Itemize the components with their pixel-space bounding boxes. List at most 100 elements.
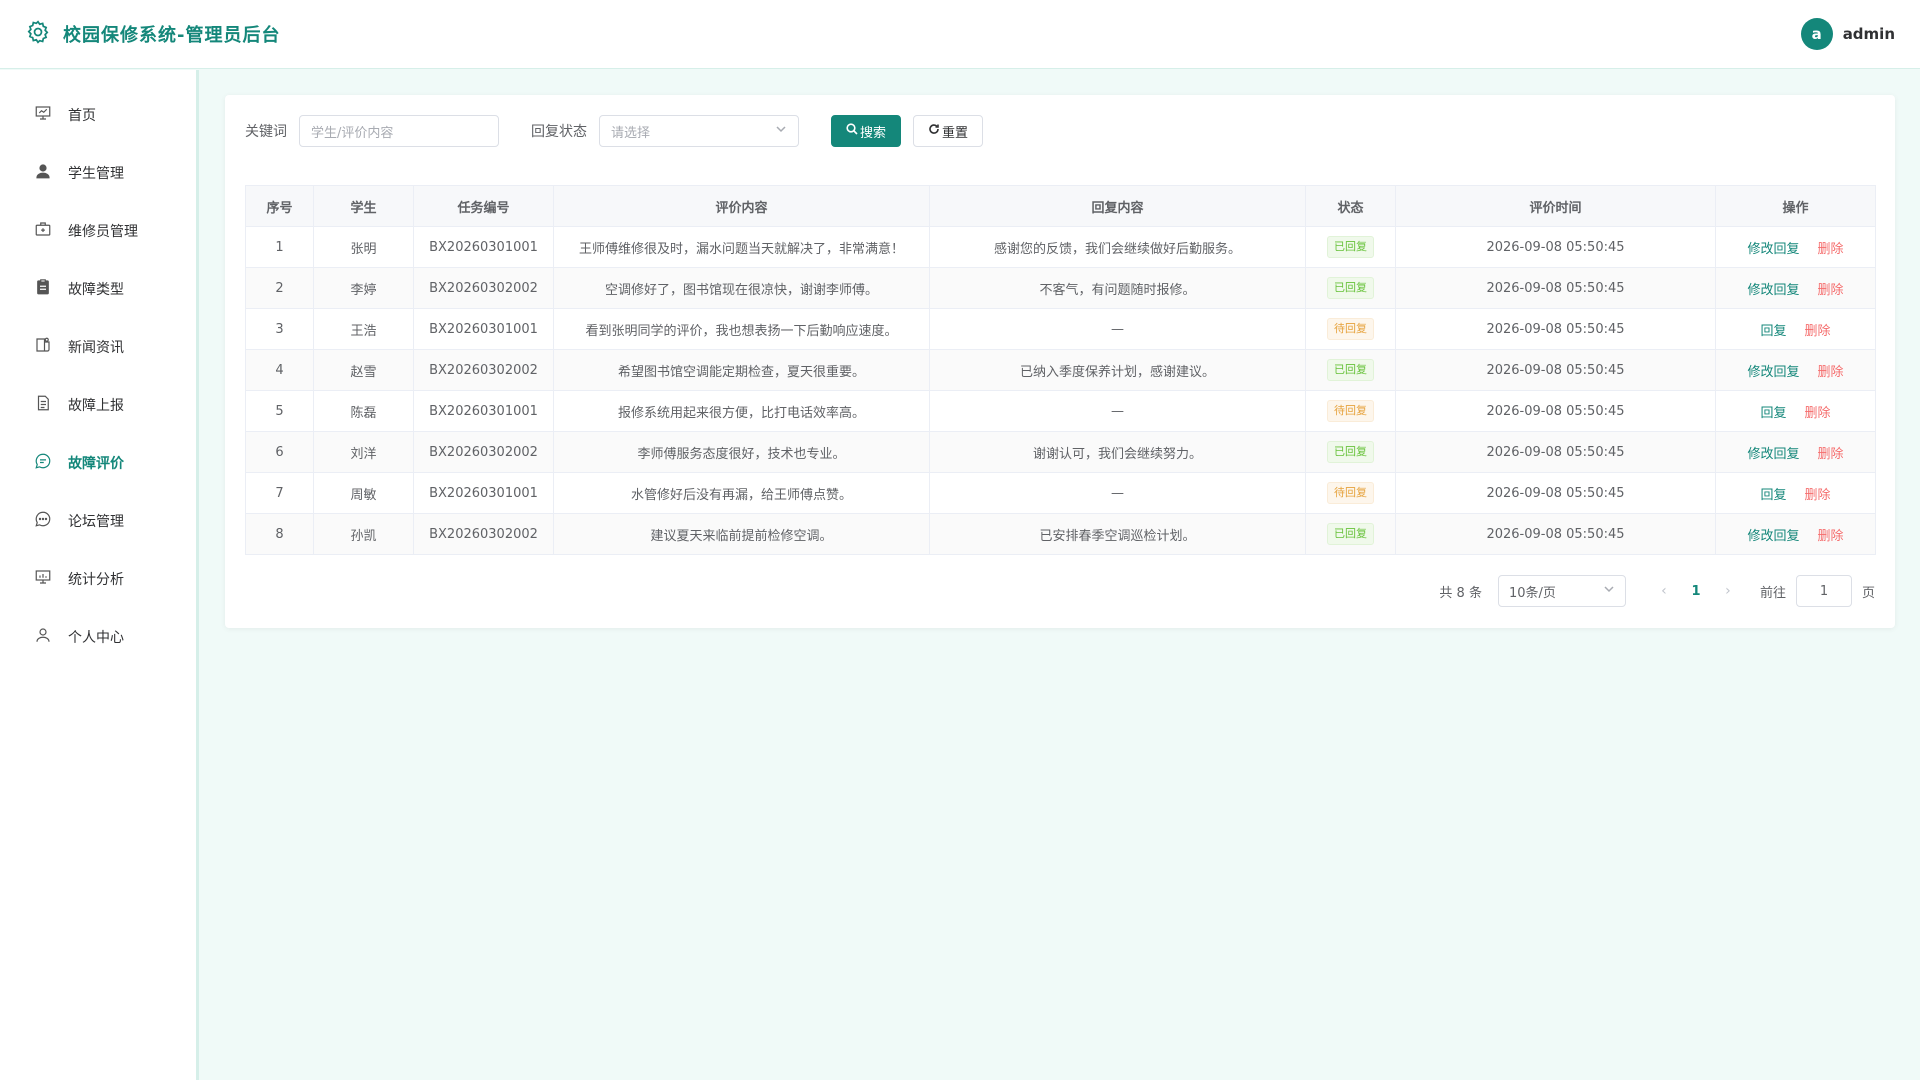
sidebar-item-fault-review[interactable]: 故障评价 (0, 434, 196, 492)
sidebar-item-fault-types[interactable]: 故障类型 (0, 260, 196, 318)
table-row: 4 赵雪 BX20260302002 希望图书馆空调能定期检查，夏天很重要。 已纳入季度… (245, 349, 1876, 391)
reply-button[interactable]: 修改回复 (1747, 365, 1799, 380)
review-time-cell: 2026-09-08 05:50:45 (1395, 513, 1716, 555)
sidebar-item-repairers[interactable]: 维修员管理 (0, 202, 196, 260)
status-cell: 待回复 (1305, 390, 1396, 432)
username[interactable]: admin (1843, 25, 1895, 43)
clipboard-icon (34, 278, 52, 300)
filter-bar: 关键词 学生/评价内容 回复状态 请选择 搜索 重置 (245, 115, 1875, 147)
goto-page-input[interactable]: 1 (1795, 575, 1852, 607)
status-cell: 已回复 (1305, 226, 1396, 268)
status-badge: 已回复 (1327, 523, 1374, 545)
sidebar-item-label: 论坛管理 (68, 514, 124, 530)
sidebar-item-students[interactable]: 学生管理 (0, 144, 196, 202)
review-time-cell: 2026-09-08 05:50:45 (1395, 431, 1716, 473)
index-cell: 8 (245, 513, 314, 555)
review-content-cell: 王师傅维修很及时，漏水问题当天就解决了，非常满意！ (553, 226, 930, 268)
delete-button[interactable]: 删除 (1818, 242, 1844, 257)
sidebar-item-fault-report[interactable]: 故障上报 (0, 376, 196, 434)
search-button[interactable]: 搜索 (831, 115, 902, 147)
sidebar-item-label: 学生管理 (68, 166, 124, 182)
next-page-button[interactable]: › (1712, 583, 1744, 599)
avatar[interactable]: a (1800, 18, 1833, 50)
task-no-cell: BX20260302002 (413, 267, 554, 309)
reply-button[interactable]: 修改回复 (1747, 242, 1799, 257)
delete-button[interactable]: 删除 (1805, 406, 1831, 421)
column-header: 学生 (313, 185, 414, 227)
task-no-cell: BX20260302002 (413, 513, 554, 555)
search-icon (846, 123, 858, 139)
sidebar-item-home[interactable]: 首页 (0, 86, 196, 144)
student-cell: 李婷 (313, 267, 414, 309)
brand: 校园保修系统-管理员后台 (25, 19, 280, 49)
sidebar-item-news[interactable]: 新闻资讯 (0, 318, 196, 376)
actions-cell: 回复 删除 (1715, 472, 1876, 514)
sidebar-item-label: 统计分析 (68, 572, 124, 588)
chat-icon (34, 452, 52, 474)
reply-button[interactable]: 回复 (1760, 406, 1786, 421)
page-number[interactable]: 1 (1680, 584, 1712, 599)
reply-content-cell: — (929, 390, 1306, 432)
delete-button[interactable]: 删除 (1805, 488, 1831, 503)
student-cell: 刘洋 (313, 431, 414, 473)
column-header: 评价内容 (553, 185, 930, 227)
person-icon (34, 626, 52, 648)
table-row: 6 刘洋 BX20260302002 李师傅服务态度很好，技术也专业。 谢谢认可，我们会… (245, 431, 1876, 473)
status-cell: 已回复 (1305, 513, 1396, 555)
column-header: 回复内容 (929, 185, 1306, 227)
reset-button[interactable]: 重置 (913, 115, 984, 147)
status-cell: 待回复 (1305, 472, 1396, 514)
table-row: 8 孙凯 BX20260302002 建议夏天来临前提前检修空调。 已安排春季空调巡检计… (245, 513, 1876, 555)
sidebar-item-label: 故障类型 (68, 282, 124, 298)
page-word: 页 (1861, 585, 1875, 601)
student-cell: 陈磊 (313, 390, 414, 432)
chevron-down-icon (1603, 583, 1615, 599)
user-menu[interactable]: a admin (1800, 18, 1895, 50)
delete-button[interactable]: 删除 (1818, 365, 1844, 380)
search-button-label: 搜索 (860, 125, 887, 141)
top-header: 校园保修系统-管理员后台 a admin (0, 0, 1920, 69)
index-cell: 2 (245, 267, 314, 309)
total-count: 共 8 条 (1439, 585, 1482, 601)
page-size-value: 10条/页 (1508, 585, 1556, 601)
status-cell: 已回复 (1305, 267, 1396, 309)
reply-button[interactable]: 修改回复 (1747, 529, 1799, 544)
prev-page-button[interactable]: ‹ (1648, 583, 1680, 599)
goto-page-value: 1 (1819, 583, 1829, 599)
reply-button[interactable]: 回复 (1760, 324, 1786, 339)
status-badge: 已回复 (1327, 359, 1374, 381)
index-cell: 6 (245, 431, 314, 473)
actions-cell: 修改回复 删除 (1715, 267, 1876, 309)
keyword-label: 关键词 (245, 124, 287, 140)
sidebar-item-forum[interactable]: 论坛管理 (0, 492, 196, 550)
delete-button[interactable]: 删除 (1818, 447, 1844, 462)
sidebar-item-statistics[interactable]: 统计分析 (0, 550, 196, 608)
reply-content-cell: 已纳入季度保养计划，感谢建议。 (929, 349, 1306, 391)
refresh-icon (928, 123, 940, 139)
sidebar-item-profile[interactable]: 个人中心 (0, 608, 196, 666)
reply-button[interactable]: 回复 (1760, 488, 1786, 503)
task-no-cell: BX20260301001 (413, 308, 554, 350)
delete-button[interactable]: 删除 (1818, 529, 1844, 544)
status-cell: 已回复 (1305, 349, 1396, 391)
user-icon (34, 162, 52, 184)
sidebar-item-label: 故障上报 (68, 398, 124, 414)
page-size-select[interactable]: 10条/页 (1497, 575, 1626, 607)
student-cell: 赵雪 (313, 349, 414, 391)
status-cell: 待回复 (1305, 308, 1396, 350)
toolbox-icon (34, 220, 52, 242)
reply-button[interactable]: 修改回复 (1747, 283, 1799, 298)
status-select[interactable]: 请选择 (599, 115, 799, 147)
keyword-input[interactable]: 学生/评价内容 (299, 115, 499, 147)
review-content-cell: 希望图书馆空调能定期检查，夏天很重要。 (553, 349, 930, 391)
reply-button[interactable]: 修改回复 (1747, 447, 1799, 462)
student-cell: 王浩 (313, 308, 414, 350)
delete-button[interactable]: 删除 (1818, 283, 1844, 298)
table-header-row: 序号 学生 任务编号 评价内容 回复内容 状态 评价时间 操作 (245, 185, 1876, 227)
news-icon (34, 336, 52, 358)
review-time-cell: 2026-09-08 05:50:45 (1395, 349, 1716, 391)
goto-label: 前往 (1759, 585, 1786, 601)
delete-button[interactable]: 删除 (1805, 324, 1831, 339)
status-badge: 待回复 (1327, 318, 1374, 340)
column-header: 评价时间 (1395, 185, 1716, 227)
